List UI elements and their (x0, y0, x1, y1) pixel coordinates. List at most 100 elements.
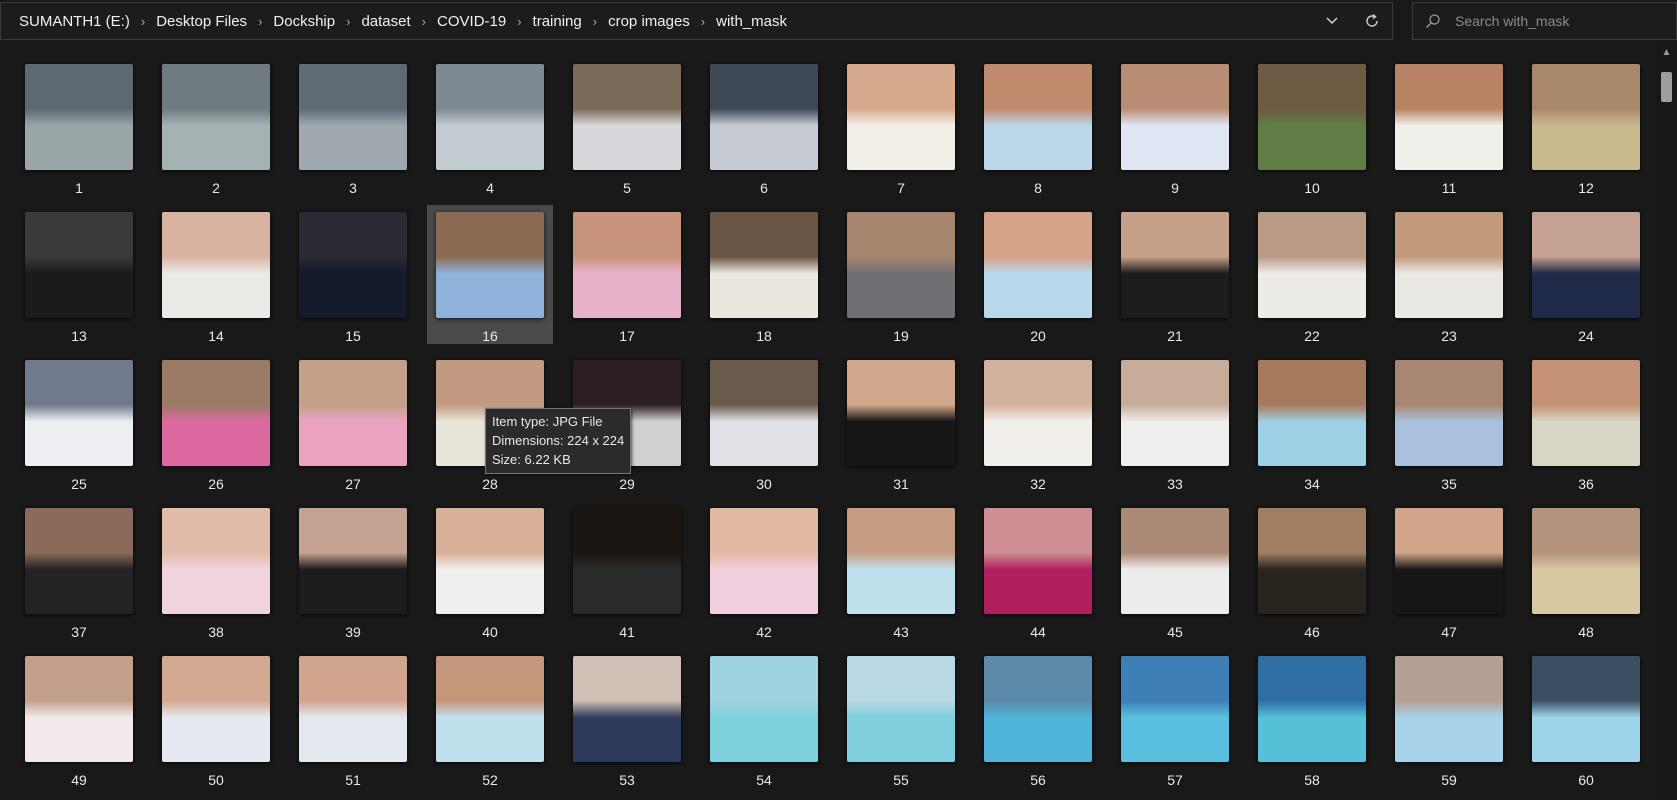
file-item[interactable]: 23 (1386, 205, 1512, 344)
file-item[interactable]: 38 (153, 501, 279, 640)
file-name: 15 (345, 328, 361, 344)
file-item[interactable]: 60 (1523, 649, 1649, 788)
address-bar[interactable]: SUMANTH1 (E:) › Desktop Files › Dockship › dat… (0, 2, 1393, 40)
file-item[interactable]: 5 (564, 57, 690, 196)
file-item[interactable]: 13 (16, 205, 142, 344)
file-item[interactable]: 56 (975, 649, 1101, 788)
file-item[interactable]: 55 (838, 649, 964, 788)
file-name: 40 (482, 624, 498, 640)
vertical-scrollbar[interactable]: ▲ (1656, 42, 1677, 800)
image-thumbnail (573, 508, 681, 614)
file-name: 38 (208, 624, 224, 640)
file-item[interactable]: 54 (701, 649, 827, 788)
file-item[interactable]: 35 (1386, 353, 1512, 492)
file-item[interactable]: 6 (701, 57, 827, 196)
file-item[interactable]: 57 (1112, 649, 1238, 788)
file-name: 58 (1304, 772, 1320, 788)
file-item[interactable]: 32 (975, 353, 1101, 492)
file-item[interactable]: 33 (1112, 353, 1238, 492)
search-box[interactable] (1412, 2, 1677, 40)
file-name: 11 (1441, 180, 1457, 196)
file-item[interactable]: 8 (975, 57, 1101, 196)
chevron-down-icon[interactable] (1312, 3, 1352, 39)
breadcrumb-item[interactable]: training (527, 9, 588, 34)
file-item[interactable]: 30 (701, 353, 827, 492)
file-item[interactable]: 43 (838, 501, 964, 640)
image-thumbnail (162, 360, 270, 466)
file-item[interactable]: 48 (1523, 501, 1649, 640)
file-item[interactable]: 45 (1112, 501, 1238, 640)
file-item[interactable]: 11 (1386, 57, 1512, 196)
file-item[interactable]: 44 (975, 501, 1101, 640)
refresh-icon[interactable] (1352, 3, 1392, 39)
file-item[interactable]: 21 (1112, 205, 1238, 344)
chevron-right-icon[interactable]: › (512, 14, 526, 29)
breadcrumb-item[interactable]: Dockship (267, 9, 341, 34)
scroll-up-arrow-icon[interactable]: ▲ (1656, 42, 1677, 62)
scrollbar-thumb[interactable] (1661, 72, 1672, 102)
file-item[interactable]: 22 (1249, 205, 1375, 344)
file-item[interactable]: 58 (1249, 649, 1375, 788)
file-item[interactable]: 46 (1249, 501, 1375, 640)
file-item[interactable]: 4 (427, 57, 553, 196)
file-item[interactable]: 39 (290, 501, 416, 640)
file-item[interactable]: 53 (564, 649, 690, 788)
file-item[interactable]: 36 (1523, 353, 1649, 492)
image-thumbnail (847, 656, 955, 762)
image-thumbnail (573, 656, 681, 762)
file-item[interactable]: 3 (290, 57, 416, 196)
image-thumbnail (1258, 656, 1366, 762)
file-item[interactable]: 2 (153, 57, 279, 196)
file-item[interactable]: 10 (1249, 57, 1375, 196)
file-item[interactable]: 31 (838, 353, 964, 492)
image-thumbnail (162, 212, 270, 318)
file-item[interactable]: 50 (153, 649, 279, 788)
breadcrumb-item[interactable]: crop images (602, 9, 696, 34)
breadcrumb-item[interactable]: dataset (355, 9, 416, 34)
file-item[interactable]: 7 (838, 57, 964, 196)
image-thumbnail (847, 212, 955, 318)
file-item[interactable]: 20 (975, 205, 1101, 344)
file-item[interactable]: 12 (1523, 57, 1649, 196)
file-item[interactable]: 9 (1112, 57, 1238, 196)
file-item[interactable]: 15 (290, 205, 416, 344)
image-thumbnail (1532, 64, 1640, 170)
file-item[interactable]: 34 (1249, 353, 1375, 492)
file-item[interactable]: 1 (16, 57, 142, 196)
breadcrumb-item[interactable]: with_mask (710, 9, 793, 34)
file-item[interactable]: 40 (427, 501, 553, 640)
file-name: 56 (1030, 772, 1046, 788)
breadcrumb-item[interactable]: COVID-19 (431, 9, 512, 34)
file-item[interactable]: 26 (153, 353, 279, 492)
file-item[interactable]: 19 (838, 205, 964, 344)
chevron-right-icon[interactable]: › (588, 14, 602, 29)
file-item[interactable]: 16 (427, 205, 553, 344)
file-item[interactable]: 52 (427, 649, 553, 788)
breadcrumb-item[interactable]: SUMANTH1 (E:) (13, 9, 136, 34)
file-name: 25 (71, 476, 87, 492)
search-input[interactable] (1453, 12, 1667, 30)
file-item[interactable]: 17 (564, 205, 690, 344)
file-item[interactable]: 18 (701, 205, 827, 344)
image-thumbnail (25, 656, 133, 762)
file-item[interactable]: 42 (701, 501, 827, 640)
file-item[interactable]: 25 (16, 353, 142, 492)
file-item[interactable]: 41 (564, 501, 690, 640)
file-item[interactable]: 51 (290, 649, 416, 788)
file-item[interactable]: 14 (153, 205, 279, 344)
image-thumbnail (1258, 360, 1366, 466)
file-item[interactable]: 37 (16, 501, 142, 640)
file-name: 21 (1167, 328, 1183, 344)
file-item[interactable]: 24 (1523, 205, 1649, 344)
file-item[interactable]: 59 (1386, 649, 1512, 788)
chevron-right-icon[interactable]: › (417, 14, 431, 29)
image-thumbnail (25, 212, 133, 318)
breadcrumb-item[interactable]: Desktop Files (150, 9, 253, 34)
chevron-right-icon[interactable]: › (696, 14, 710, 29)
file-item[interactable]: 49 (16, 649, 142, 788)
chevron-right-icon[interactable]: › (341, 14, 355, 29)
file-item[interactable]: 47 (1386, 501, 1512, 640)
chevron-right-icon[interactable]: › (253, 14, 267, 29)
file-item[interactable]: 27 (290, 353, 416, 492)
chevron-right-icon[interactable]: › (136, 14, 150, 29)
